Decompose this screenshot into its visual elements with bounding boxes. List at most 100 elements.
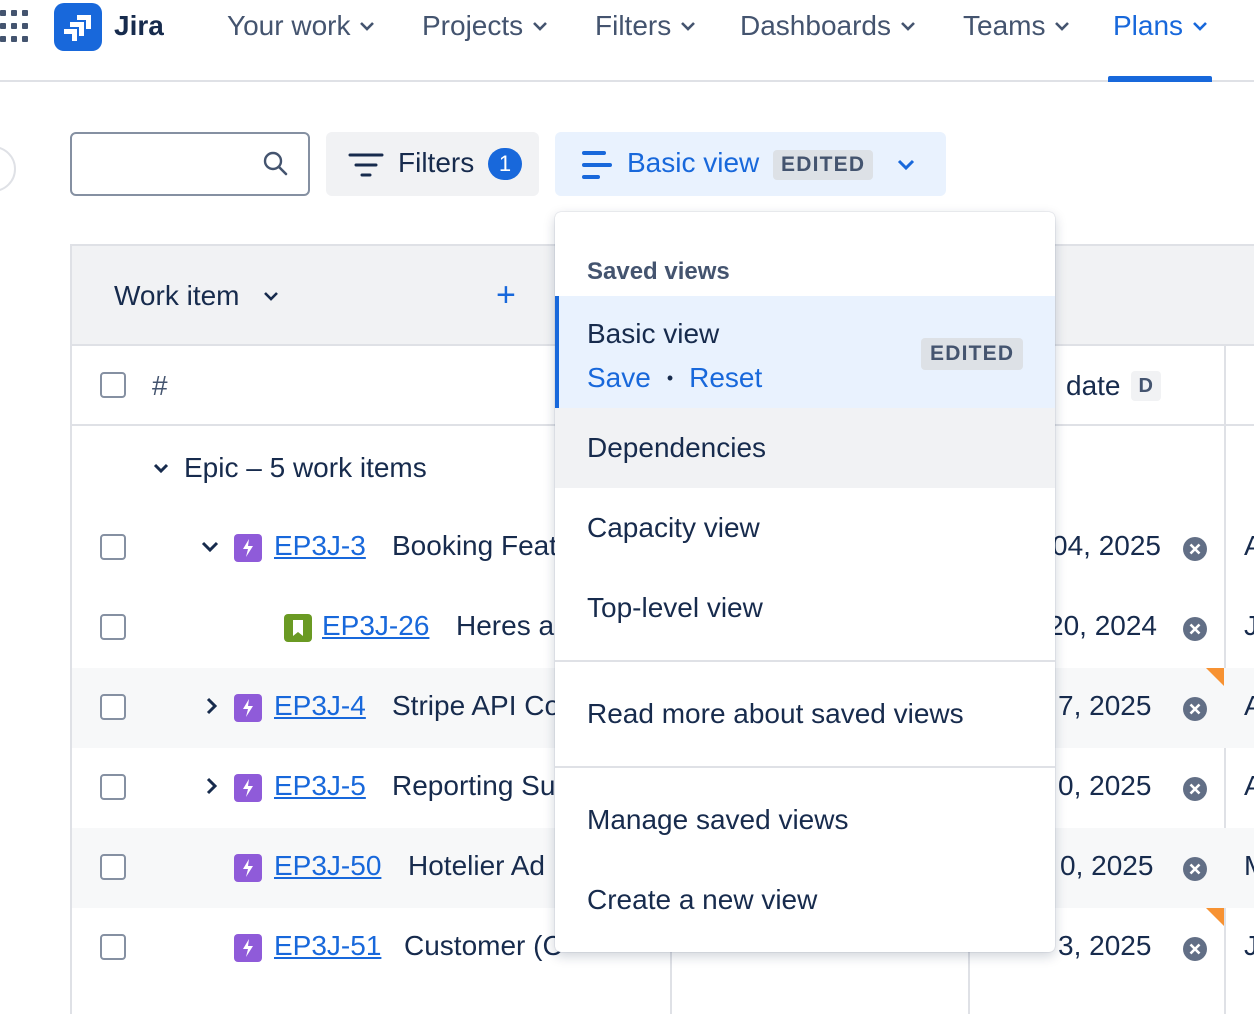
epic-icon xyxy=(234,934,262,962)
select-all-checkbox[interactable] xyxy=(100,372,126,398)
selected-view-item[interactable]: Basic view Save • Reset EDITED xyxy=(555,296,1055,408)
view-item-top-level[interactable]: Top-level view xyxy=(555,568,1055,648)
nav-label: Your work xyxy=(227,10,351,41)
row-checkbox[interactable] xyxy=(100,534,126,560)
reset-view-link[interactable]: Reset xyxy=(689,362,762,394)
epic-icon xyxy=(234,694,262,722)
date-value[interactable]: 20, 2024 xyxy=(1048,610,1157,642)
edited-badge: EDITED xyxy=(773,150,874,180)
row-checkbox[interactable] xyxy=(100,774,126,800)
chevron-right-icon[interactable] xyxy=(202,776,222,796)
date-column-header[interactable]: date D xyxy=(1066,370,1161,402)
clear-date-icon[interactable] xyxy=(1182,936,1208,962)
row-checkbox[interactable] xyxy=(100,614,126,640)
row-trailing-cell: A xyxy=(1244,530,1254,561)
work-item-key-link[interactable]: EP3J-4 xyxy=(274,690,366,722)
chevron-down-icon xyxy=(901,22,915,31)
app-name[interactable]: Jira xyxy=(114,10,164,42)
work-item-summary[interactable]: Heres a xyxy=(456,610,554,642)
chevron-down-icon xyxy=(1055,22,1070,31)
nav-label: Projects xyxy=(422,10,524,41)
clear-date-icon[interactable] xyxy=(1182,856,1208,882)
saved-views-dropdown: Saved views Basic view Save • Reset EDIT… xyxy=(555,212,1055,952)
row-checkbox[interactable] xyxy=(100,934,126,960)
view-name: Basic view xyxy=(627,147,760,178)
clear-date-icon[interactable] xyxy=(1182,616,1208,642)
work-item-key-link[interactable]: EP3J-51 xyxy=(274,930,381,962)
date-value[interactable]: 04, 2025 xyxy=(1052,530,1161,562)
search-icon xyxy=(263,151,288,176)
selected-view-name: Basic view xyxy=(587,318,720,349)
jira-logo-icon[interactable] xyxy=(54,3,102,51)
chevron-down-icon xyxy=(263,292,278,301)
nav-label: Filters xyxy=(595,10,672,41)
row-trailing-cell: A xyxy=(1244,690,1254,721)
epic-icon xyxy=(234,854,262,882)
work-item-summary[interactable]: Reporting Su xyxy=(392,770,555,802)
epic-icon xyxy=(234,774,262,802)
work-item-key-link[interactable]: EP3J-5 xyxy=(274,770,366,802)
nav-label: Plans xyxy=(1113,10,1184,41)
work-item-key-link[interactable]: EP3J-26 xyxy=(322,610,429,642)
flag-indicator xyxy=(1206,668,1224,686)
row-checkbox[interactable] xyxy=(100,854,126,880)
chevron-right-icon[interactable] xyxy=(202,696,222,716)
save-view-link[interactable]: Save xyxy=(587,362,651,394)
story-icon xyxy=(284,614,312,642)
work-item-summary[interactable]: Customer (C xyxy=(404,930,563,962)
date-value[interactable]: 7, 2025 xyxy=(1058,690,1151,722)
row-trailing-cell: M xyxy=(1244,850,1254,882)
nav-dashboards[interactable]: Dashboards xyxy=(740,10,917,42)
view-selector-button[interactable]: Basic view EDITED xyxy=(555,132,946,196)
nav-your-work[interactable]: Your work xyxy=(227,10,376,42)
epic-icon xyxy=(234,534,262,562)
work-item-key-link[interactable]: EP3J-3 xyxy=(274,530,366,562)
top-navigation: Jira Your work Projects Filters Dashboar… xyxy=(0,0,1254,82)
edited-badge: EDITED xyxy=(921,338,1024,370)
date-value[interactable]: 0, 2025 xyxy=(1060,850,1153,882)
chevron-down-icon[interactable] xyxy=(152,459,170,477)
view-item-dependencies[interactable]: Dependencies xyxy=(555,408,1055,488)
nav-label: Teams xyxy=(963,10,1046,41)
clear-date-icon[interactable] xyxy=(1182,696,1208,722)
active-nav-indicator xyxy=(1108,76,1212,82)
work-item-summary[interactable]: Booking Feat xyxy=(392,530,557,562)
filters-label: Filters xyxy=(398,147,475,178)
filter-icon xyxy=(348,153,384,177)
app-switcher-icon[interactable] xyxy=(0,10,28,44)
row-checkbox[interactable] xyxy=(100,694,126,720)
nav-filters[interactable]: Filters xyxy=(595,10,697,42)
date-value[interactable]: 0, 2025 xyxy=(1058,770,1151,802)
nav-teams[interactable]: Teams xyxy=(963,10,1071,42)
filters-count-badge: 1 xyxy=(488,148,522,180)
work-item-column-menu[interactable]: Work item xyxy=(114,280,280,312)
menu-divider xyxy=(555,766,1055,768)
date-header-badge: D xyxy=(1130,371,1161,401)
manage-saved-views-item[interactable]: Manage saved views xyxy=(555,780,1055,860)
create-new-view-item[interactable]: Create a new view xyxy=(555,860,1055,940)
nav-label: Dashboards xyxy=(740,10,891,41)
chevron-down-icon[interactable] xyxy=(200,536,220,556)
clear-date-icon[interactable] xyxy=(1182,776,1208,802)
view-settings-icon xyxy=(582,151,612,179)
flag-indicator xyxy=(1206,908,1224,926)
read-more-link[interactable]: Read more about saved views xyxy=(555,674,1055,754)
nav-projects[interactable]: Projects xyxy=(422,10,549,42)
search-input[interactable] xyxy=(70,132,310,196)
view-item-capacity[interactable]: Capacity view xyxy=(555,488,1055,568)
hash-column-header: # xyxy=(152,370,168,401)
date-value[interactable]: 3, 2025 xyxy=(1058,930,1151,962)
date-header-label: date xyxy=(1066,370,1121,401)
clear-date-icon[interactable] xyxy=(1182,536,1208,562)
sidebar-toggle-button[interactable] xyxy=(0,146,16,192)
group-label: Epic – 5 work items xyxy=(184,452,427,483)
chevron-down-icon xyxy=(897,159,915,171)
saved-views-heading: Saved views xyxy=(587,258,730,285)
filters-button[interactable]: Filters 1 xyxy=(326,132,539,196)
chevron-down-icon xyxy=(681,22,696,31)
add-icon[interactable]: + xyxy=(496,276,516,315)
work-item-summary[interactable]: Hotelier Ad xyxy=(408,850,545,882)
work-item-summary[interactable]: Stripe API Co xyxy=(392,690,560,722)
nav-plans[interactable]: Plans xyxy=(1113,10,1209,42)
work-item-key-link[interactable]: EP3J-50 xyxy=(274,850,381,882)
